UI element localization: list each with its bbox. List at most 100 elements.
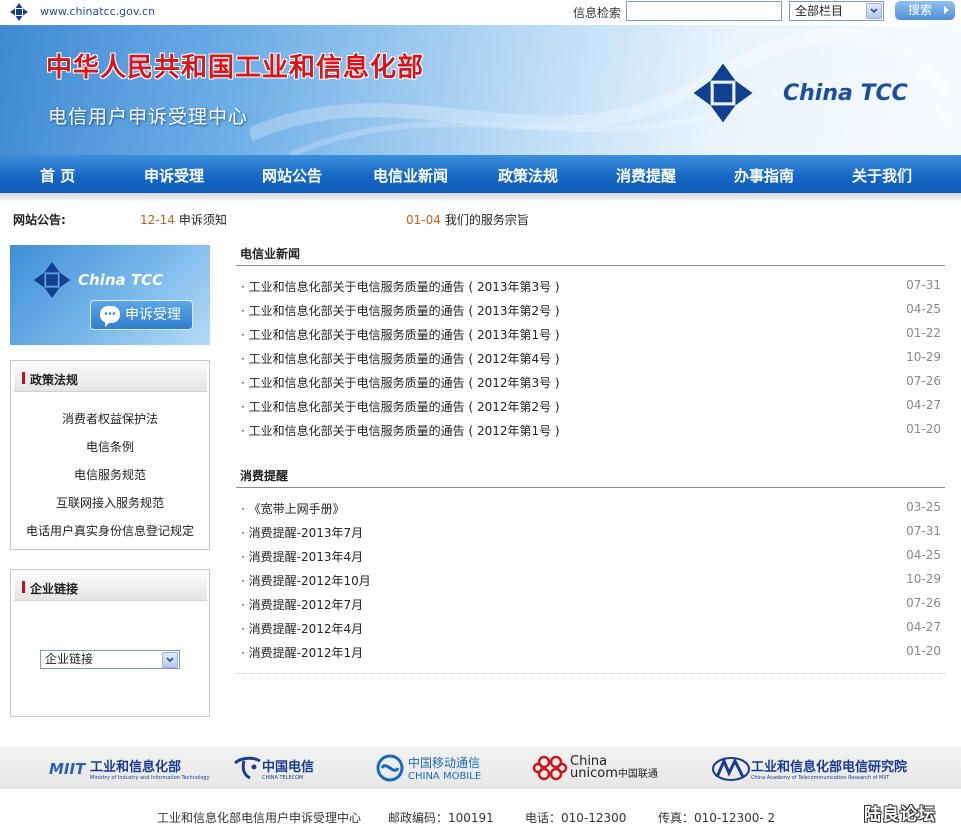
enterprise-links-select[interactable]: 企业链接 — [40, 650, 180, 669]
panel-marker — [22, 581, 25, 593]
nav-item-telecom-news[interactable]: 电信业新闻 — [373, 165, 448, 186]
notice-date: 01-04 — [406, 213, 441, 227]
reminder-title[interactable]: · 消费提醒-2012年1月 — [241, 644, 363, 661]
nav-item-about[interactable]: 关于我们 — [852, 165, 912, 186]
footer-postcode: 邮政编码：100191 — [388, 811, 494, 825]
reminder-title[interactable]: · 消费提醒-2013年4月 — [241, 548, 363, 565]
policy-link[interactable]: 电信条例 — [11, 438, 209, 455]
news-title[interactable]: · 工业和信息化部关于电信服务质量的通告 ( 2012年第2号 ) — [241, 398, 560, 415]
nav-item-notices[interactable]: 网站公告 — [262, 165, 322, 186]
svg-text:MIIT: MIIT — [49, 760, 87, 778]
reminder-row[interactable]: · 消费提醒-2012年4月 04-27 — [241, 620, 941, 638]
china-telecom-logo[interactable]: 中国电信 CHINA TELECOM — [232, 753, 314, 783]
divider — [236, 487, 945, 488]
news-title[interactable]: · 工业和信息化部关于电信服务质量的通告 ( 2012年第4号 ) — [241, 350, 560, 367]
policy-panel-title: 政策法规 — [30, 373, 79, 387]
china-mobile-icon — [376, 754, 404, 782]
search-label: 信息检索 — [573, 6, 622, 20]
news-date: 07-26 — [906, 374, 941, 388]
nav-item-guide[interactable]: 办事指南 — [734, 165, 794, 186]
notice-item[interactable]: 12-14 申诉须知 — [140, 211, 227, 228]
news-row[interactable]: · 工业和信息化部关于电信服务质量的通告 ( 2013年第3号 ) 07-31 — [241, 278, 941, 296]
notice-date: 12-14 — [140, 213, 175, 227]
complaint-button[interactable]: 申诉受理 — [90, 300, 193, 330]
news-section-title: 电信业新闻 — [240, 247, 301, 261]
nav-item-complaint[interactable]: 申诉受理 — [144, 165, 204, 186]
reminder-row[interactable]: · 消费提醒-2013年4月 04-25 — [241, 548, 941, 566]
policy-link[interactable]: 消费者权益保护法 — [11, 410, 209, 427]
china-mobile-logo[interactable]: 中国移动通信 CHINA MOBILE — [375, 753, 481, 783]
nav-item-consumer-tips[interactable]: 消费提醒 — [616, 165, 676, 186]
search-input[interactable] — [626, 1, 782, 21]
mobile-name: 中国移动通信 — [408, 756, 481, 770]
reminder-title[interactable]: · 消费提醒-2013年7月 — [241, 524, 363, 541]
search-button[interactable]: 搜索 — [895, 1, 955, 20]
links-panel-title: 企业链接 — [30, 582, 79, 596]
chevron-down-icon[interactable] — [162, 652, 178, 668]
nav-shadow — [0, 193, 961, 203]
notice-title[interactable]: 我们的服务宗旨 — [445, 213, 529, 227]
complaint-promo-banner[interactable]: China TCC 申诉受理 — [10, 245, 210, 345]
reminder-title[interactable]: · 《宽带上网手册》 — [241, 500, 345, 517]
reminder-date: 07-31 — [906, 524, 941, 538]
miit-logo[interactable]: MIIT 工业和信息化部 Ministry of Industry and In… — [48, 753, 210, 783]
news-title[interactable]: · 工业和信息化部关于电信服务质量的通告 ( 2012年第1号 ) — [241, 422, 560, 439]
site-url-link[interactable]: www.chinatcc.gov.cn — [40, 5, 155, 18]
caict-sub: China Academy of Telecommunication Resea… — [751, 774, 890, 781]
chinatcc-logo-icon — [33, 261, 71, 299]
policy-panel-header: 政策法规 — [14, 364, 207, 392]
policy-link[interactable]: 电信服务规范 — [11, 466, 209, 483]
reminder-row[interactable]: · 《宽带上网手册》 03-25 — [241, 500, 941, 518]
notice-label: 网站公告: — [13, 213, 66, 227]
news-title[interactable]: · 工业和信息化部关于电信服务质量的通告 ( 2013年第1号 ) — [241, 326, 560, 343]
reminder-title[interactable]: · 消费提醒-2012年4月 — [241, 620, 363, 637]
caict-icon — [712, 757, 750, 781]
reminder-date: 07-26 — [906, 596, 941, 610]
mobile-sub: CHINA MOBILE — [408, 771, 482, 782]
reminder-title[interactable]: · 消费提醒-2012年10月 — [241, 572, 371, 589]
news-title[interactable]: · 工业和信息化部关于电信服务质量的通告 ( 2013年第2号 ) — [241, 302, 560, 319]
unicom-name: 中国联通 — [617, 768, 658, 780]
news-row[interactable]: · 工业和信息化部关于电信服务质量的通告 ( 2013年第1号 ) 01-22 — [241, 326, 941, 344]
china-unicom-logo[interactable]: China unicom中国联通 — [532, 753, 658, 783]
news-date: 04-27 — [906, 398, 941, 412]
chinatcc-logo-icon — [693, 63, 753, 123]
chevron-down-icon[interactable] — [866, 3, 882, 19]
reminder-row[interactable]: · 消费提醒-2012年7月 07-26 — [241, 596, 941, 614]
news-row[interactable]: · 工业和信息化部关于电信服务质量的通告 ( 2012年第3号 ) 07-26 — [241, 374, 941, 392]
reminder-row[interactable]: · 消费提醒-2012年1月 01-20 — [241, 644, 941, 662]
chinatcc-logo-icon[interactable] — [8, 2, 30, 22]
news-date: 07-31 — [906, 278, 941, 292]
telecom-sub: CHINA TELECOM — [262, 774, 304, 781]
news-title[interactable]: · 工业和信息化部关于电信服务质量的通告 ( 2013年第3号 ) — [241, 278, 560, 295]
reminder-row[interactable]: · 消费提醒-2012年10月 10-29 — [241, 572, 941, 590]
chat-dots — [104, 312, 116, 315]
category-select[interactable]: 全部栏目 — [789, 1, 884, 21]
reminder-date: 03-25 — [906, 500, 941, 514]
divider — [236, 673, 945, 674]
top-bar: www.chinatcc.gov.cn 信息检索 全部栏目 搜索 — [0, 0, 961, 25]
search-button-label: 搜索 — [908, 3, 933, 17]
policy-link[interactable]: 电话用户真实身份信息登记规定 — [11, 522, 209, 539]
miit-name: 工业和信息化部 — [90, 759, 182, 775]
main-nav: 首 页 申诉受理 网站公告 电信业新闻 政策法规 消费提醒 办事指南 关于我们 — [0, 155, 961, 193]
news-row[interactable]: · 工业和信息化部关于电信服务质量的通告 ( 2012年第2号 ) 04-27 — [241, 398, 941, 416]
reminder-date: 01-20 — [906, 644, 941, 658]
nav-item-home[interactable]: 首 页 — [40, 165, 75, 186]
notice-title[interactable]: 申诉须知 — [179, 213, 227, 227]
news-row[interactable]: · 工业和信息化部关于电信服务质量的通告 ( 2013年第2号 ) 04-25 — [241, 302, 941, 320]
news-row[interactable]: · 工业和信息化部关于电信服务质量的通告 ( 2012年第1号 ) 01-20 — [241, 422, 941, 440]
notice-item[interactable]: 01-04 我们的服务宗旨 — [406, 211, 529, 228]
caict-logo[interactable]: 工业和信息化部电信研究院 China Academy of Telecommun… — [711, 753, 907, 783]
policy-link[interactable]: 互联网接入服务规范 — [11, 494, 209, 511]
reminder-row[interactable]: · 消费提醒-2013年7月 07-31 — [241, 524, 941, 542]
reminder-title[interactable]: · 消费提醒-2012年7月 — [241, 596, 363, 613]
center-title: 电信用户申诉受理中心 — [48, 106, 249, 128]
news-title[interactable]: · 工业和信息化部关于电信服务质量的通告 ( 2012年第3号 ) — [241, 374, 560, 391]
china-telecom-icon — [234, 756, 261, 780]
ministry-title: 中华人民共和国工业和信息化部 — [46, 53, 425, 83]
nav-item-policy[interactable]: 政策法规 — [498, 165, 558, 186]
footer-fax: 传真：010-12300- 2 — [658, 811, 776, 825]
news-row[interactable]: · 工业和信息化部关于电信服务质量的通告 ( 2012年第4号 ) 10-29 — [241, 350, 941, 368]
footer-phone: 电话：010-12300 — [525, 811, 627, 825]
